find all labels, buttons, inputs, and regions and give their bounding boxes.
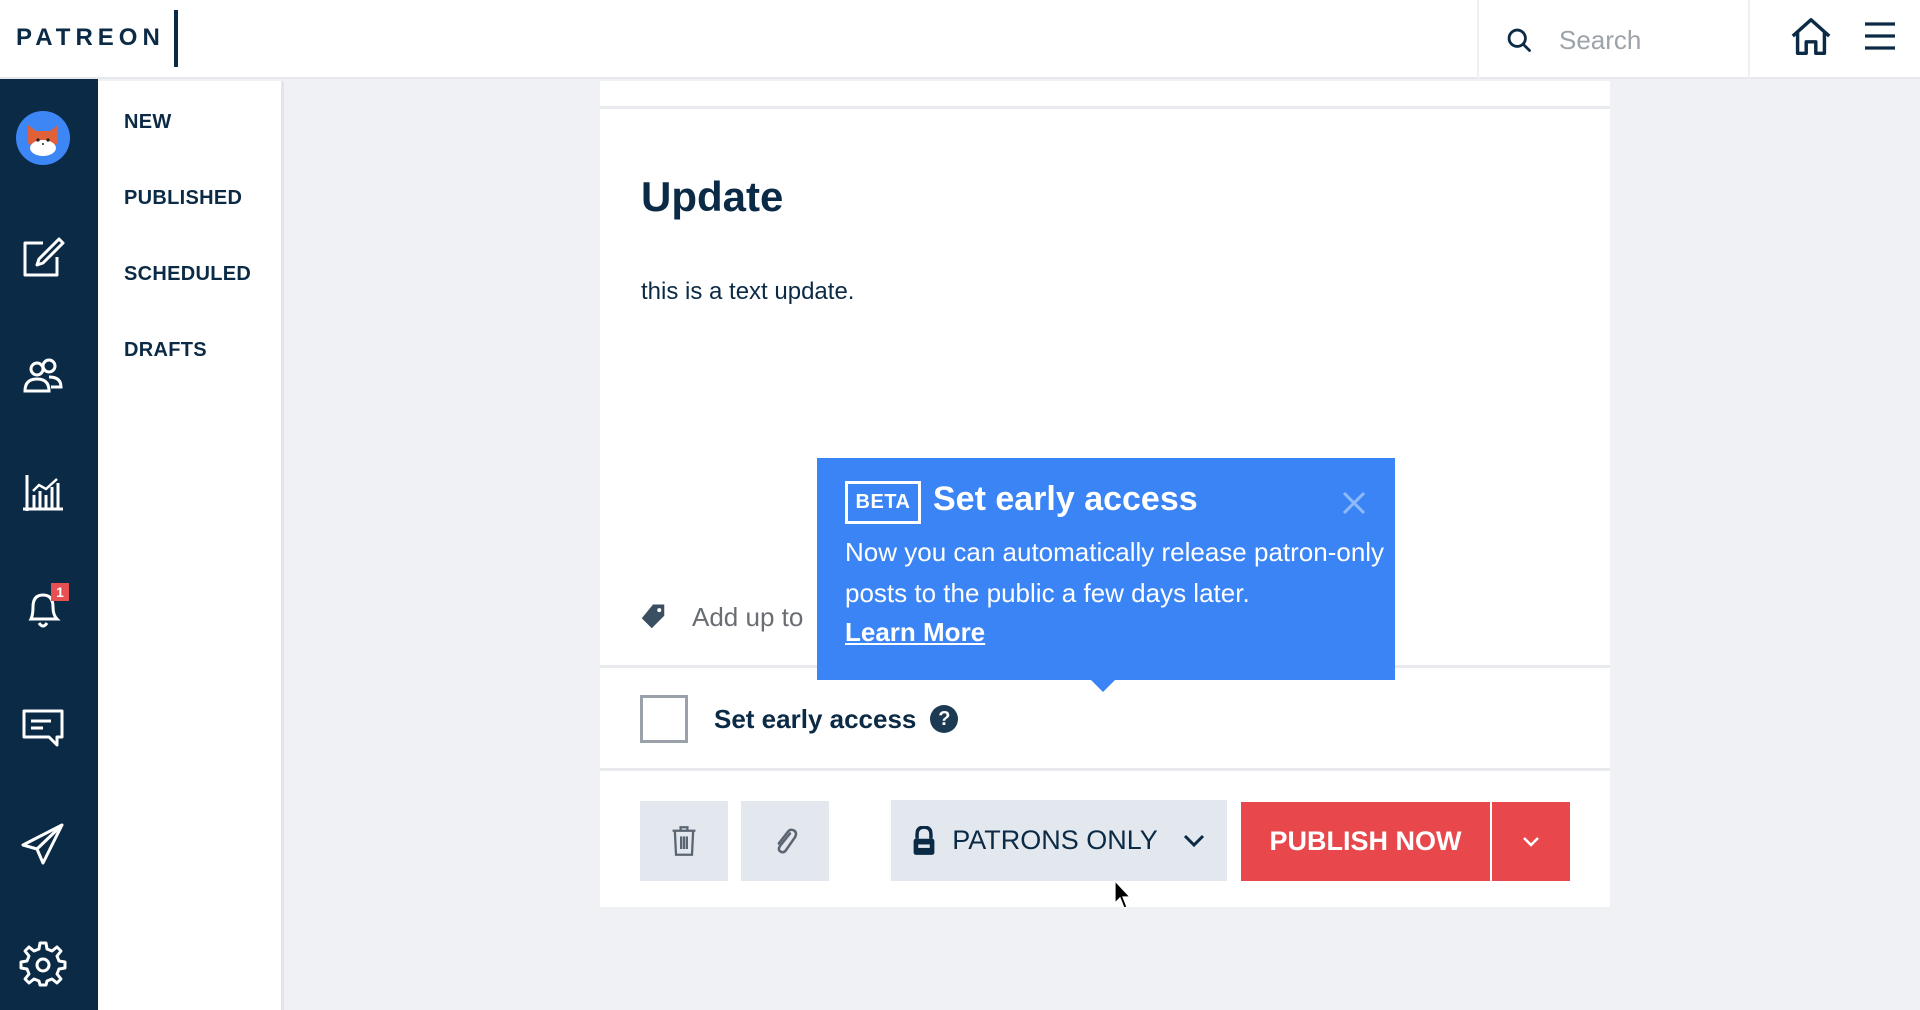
editor-top-strip [600,81,1610,109]
search-icon [1507,28,1531,52]
early-access-tooltip: BETA Set early access Now you can automa… [817,458,1395,692]
early-access-checkbox[interactable] [640,695,688,743]
subnav-item-new[interactable]: NEW [124,111,172,134]
trash-icon [672,826,696,856]
logo-divider [174,10,178,67]
privacy-label: PATRONS ONLY [952,825,1158,855]
early-access-label[interactable]: Set early access [714,704,916,735]
tooltip-body: Now you can automatically release patron… [845,537,1385,608]
message-icon[interactable] [19,703,67,751]
lock-icon [913,825,935,855]
learn-more-link[interactable]: Learn More [845,612,985,653]
help-icon[interactable]: ? [930,705,959,733]
subnav-item-drafts[interactable]: DRAFTS [124,339,207,362]
paper-plane-icon[interactable] [19,819,67,867]
hamburger-menu-icon[interactable] [1862,18,1898,54]
tag-icon [641,604,665,629]
paperclip-icon [777,828,798,854]
search-box[interactable] [1477,0,1750,79]
users-icon[interactable] [19,351,67,399]
early-access-row: Set early access ? [640,695,959,743]
mouse-cursor-icon [1114,880,1132,909]
tooltip-arrow [1091,680,1115,692]
top-header: PATREON [0,0,1920,79]
notification-badge: 1 [51,583,69,601]
chevron-down-icon [1183,834,1204,847]
publish-now-button[interactable]: PUBLISH NOW [1241,802,1490,881]
beta-badge: BETA [845,481,921,524]
delete-button[interactable] [640,801,728,881]
chart-icon[interactable] [19,469,67,517]
close-icon[interactable] [1339,488,1369,518]
avatar[interactable] [16,111,70,165]
edit-icon[interactable] [19,233,67,281]
tooltip-title: Set early access [933,480,1198,518]
publish-options-button[interactable] [1492,802,1570,881]
post-title[interactable]: Update [641,173,783,221]
home-icon[interactable] [1788,14,1834,60]
post-body[interactable]: this is a text update. [641,278,854,306]
attach-button[interactable] [741,801,829,881]
posts-subnav: NEW PUBLISHED SCHEDULED DRAFTS [98,81,284,1010]
subnav-item-published[interactable]: PUBLISHED [124,187,242,210]
fox-avatar-icon [28,125,58,156]
notifications-button[interactable]: 1 [19,583,69,633]
chevron-down-icon [1523,836,1539,847]
search-input[interactable] [1559,20,1739,60]
left-nav: 1 [0,79,98,1010]
subnav-item-scheduled[interactable]: SCHEDULED [124,263,251,286]
patreon-logo[interactable]: PATREON [16,24,165,52]
privacy-dropdown[interactable]: PATRONS ONLY [891,800,1227,881]
divider [600,768,1610,771]
gear-icon[interactable] [19,939,67,987]
